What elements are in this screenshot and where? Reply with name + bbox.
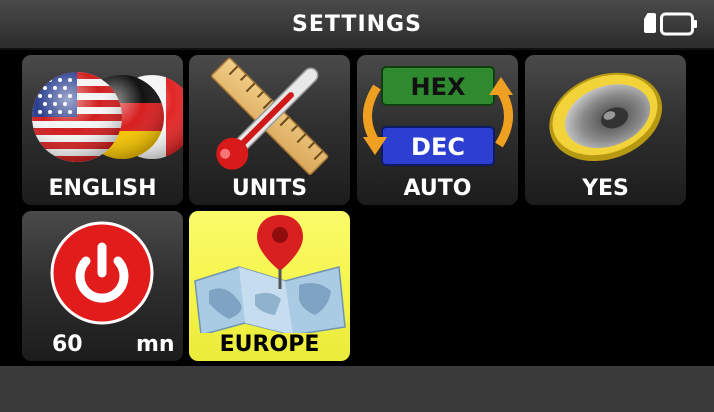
tile-language-label: ENGLISH [48, 176, 157, 201]
tile-region-label: EUROPE [219, 332, 320, 357]
tile-units-label: UNITS [231, 176, 308, 201]
tile-language[interactable]: ENGLISH [22, 55, 183, 205]
title-bar: SETTINGS [0, 0, 714, 50]
tile-sound[interactable]: YES [525, 55, 686, 205]
tile-units[interactable]: UNITS [189, 55, 350, 205]
tile-sound-label: YES [582, 176, 629, 201]
timer-value: 60 [52, 332, 83, 357]
dec-text: DEC [411, 133, 465, 161]
tile-region[interactable]: EUROPE [189, 211, 350, 361]
ruler-thermometer-icon [211, 57, 329, 175]
page-title: SETTINGS [292, 12, 422, 37]
map-pin-icon [194, 215, 346, 333]
tile-auto-off[interactable]: 60 mn [22, 211, 183, 361]
hex-dec-icon: HEX DEC [363, 66, 513, 166]
power-icon [50, 221, 154, 325]
battery-icon [660, 12, 697, 36]
bottom-bar [0, 366, 714, 412]
hex-text: HEX [411, 73, 466, 101]
tile-hex-dec[interactable]: HEX DEC AUTO [357, 55, 518, 205]
timer-unit: mn [136, 332, 175, 357]
tile-hex-dec-label: AUTO [403, 176, 472, 201]
flags-icon [32, 72, 183, 162]
speaker-icon [549, 72, 663, 162]
